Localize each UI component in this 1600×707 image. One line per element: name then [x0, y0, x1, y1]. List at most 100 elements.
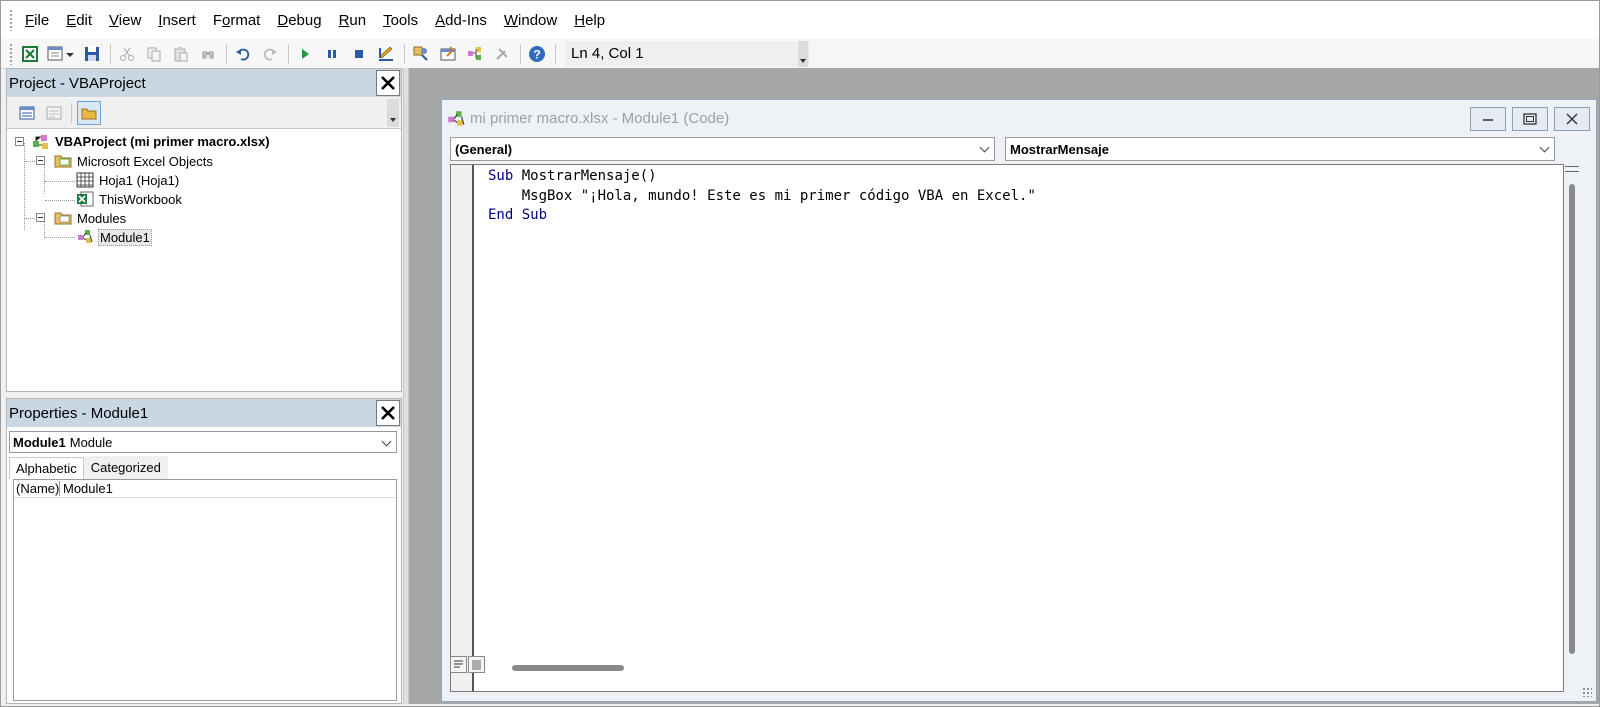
- code-window: mi primer macro.xlsx - Module1 (Code) (G…: [441, 99, 1597, 702]
- menu-insert[interactable]: Insert: [158, 12, 196, 29]
- menu-tools[interactable]: Tools: [383, 12, 418, 29]
- tab-categorized[interactable]: Categorized: [83, 456, 168, 479]
- chevron-down-icon: [1539, 142, 1550, 153]
- properties-tabs: Alphabetic Categorized: [9, 456, 401, 479]
- toolbar-overflow-button[interactable]: [798, 40, 808, 67]
- undo-icon[interactable]: [232, 43, 254, 65]
- view-object-icon[interactable]: [42, 101, 66, 125]
- procedure-view-button[interactable]: [450, 656, 467, 673]
- chevron-down-icon: [381, 436, 392, 447]
- module-icon: [76, 229, 94, 245]
- vbaproject-icon: [32, 134, 50, 150]
- project-toolbar-overflow[interactable]: [387, 99, 399, 127]
- minimize-icon: [1483, 119, 1493, 121]
- menu-window[interactable]: Window: [504, 12, 557, 29]
- redo-icon[interactable]: [259, 43, 281, 65]
- cut-icon[interactable]: [116, 43, 138, 65]
- insert-module-icon[interactable]: [46, 43, 76, 65]
- project-explorer-icon[interactable]: [410, 43, 432, 65]
- cursor-position-text: Ln 4, Col 1: [571, 45, 644, 62]
- split-bar[interactable]: [1565, 166, 1579, 172]
- module-icon: [448, 110, 465, 126]
- break-icon[interactable]: [321, 43, 343, 65]
- tree-label-vbaproject: VBAProject (mi primer macro.xlsx): [55, 134, 270, 149]
- full-module-view-icon: [472, 660, 481, 670]
- code-editor[interactable]: Sub MostrarMensaje() MsgBox "¡Hola, mund…: [450, 164, 1564, 692]
- close-icon: [381, 406, 395, 420]
- chevron-down-icon: [979, 142, 990, 153]
- full-module-view-button[interactable]: [468, 656, 485, 673]
- close-icon: [381, 76, 395, 90]
- properties-titlebar[interactable]: Properties - Module1: [7, 399, 401, 427]
- menu-run[interactable]: Run: [339, 12, 367, 29]
- project-explorer-titlebar[interactable]: Project - VBAProject: [7, 69, 401, 97]
- toolbar-separator: [71, 102, 72, 123]
- object-combo[interactable]: (General): [450, 137, 995, 161]
- menu-format[interactable]: Format: [213, 12, 261, 29]
- menu-add-ins[interactable]: Add-Ins: [435, 12, 487, 29]
- menu-grip[interactable]: [9, 9, 13, 31]
- project-explorer-pane: Project - VBAProject VBAProject (mi prim…: [6, 68, 402, 392]
- tree-item-excel-objects[interactable]: Microsoft Excel Objects: [7, 152, 401, 171]
- code-line: MsgBox "¡Hola, mundo! Este es mi primer …: [488, 187, 1036, 204]
- folder-icon: [54, 210, 72, 226]
- run-icon[interactable]: [294, 43, 316, 65]
- tree-label-modules: Modules: [77, 211, 127, 226]
- horizontal-scroll-thumb[interactable]: [512, 665, 624, 671]
- object-type: Module: [69, 434, 113, 450]
- procedure-combo[interactable]: MostrarMensaje: [1005, 137, 1555, 161]
- help-icon[interactable]: ?: [526, 43, 548, 65]
- view-excel-icon[interactable]: [19, 43, 41, 65]
- menu-view[interactable]: View: [109, 12, 141, 29]
- minimize-button[interactable]: [1470, 107, 1506, 131]
- vertical-scroll-thumb[interactable]: [1569, 184, 1575, 654]
- menu-edit[interactable]: Edit: [66, 12, 92, 29]
- object-combo-value: (General): [455, 141, 513, 157]
- save-icon[interactable]: [81, 43, 103, 65]
- tree-item-thisworkbook[interactable]: ThisWorkbook: [7, 190, 401, 209]
- code-line: Sub MostrarMensaje(): [488, 168, 657, 184]
- menu-file[interactable]: File: [25, 12, 49, 29]
- object-browser-icon[interactable]: [464, 43, 486, 65]
- find-icon[interactable]: [197, 43, 219, 65]
- code-combos: (General) MostrarMensaje: [442, 137, 1596, 163]
- maximize-button[interactable]: [1512, 107, 1548, 131]
- collapse-icon[interactable]: [36, 213, 45, 222]
- margin-indicator-bar[interactable]: [451, 165, 474, 691]
- collapse-icon[interactable]: [36, 156, 45, 165]
- properties-close-button[interactable]: [376, 400, 400, 426]
- menu-debug[interactable]: Debug: [277, 12, 321, 29]
- close-button[interactable]: [1554, 107, 1590, 131]
- toolbar-separator: [404, 43, 405, 64]
- tree-item-modules[interactable]: Modules: [7, 209, 401, 228]
- worksheet-icon: [76, 172, 94, 188]
- tree-item-hoja1[interactable]: Hoja1 (Hoja1): [7, 171, 401, 190]
- collapse-icon[interactable]: [15, 137, 24, 146]
- toolbox-icon[interactable]: [491, 43, 513, 65]
- properties-icon[interactable]: [437, 43, 459, 65]
- property-row[interactable]: (Name) Module1: [14, 480, 396, 498]
- tree-item-vbaproject[interactable]: VBAProject (mi primer macro.xlsx): [7, 133, 401, 152]
- standard-toolbar: ? Ln 4, Col 1: [1, 39, 1599, 69]
- code-window-titlebar[interactable]: mi primer macro.xlsx - Module1 (Code): [442, 100, 1596, 137]
- property-value[interactable]: Module1: [60, 481, 113, 496]
- toolbar-separator: [288, 43, 289, 64]
- cursor-position-box: Ln 4, Col 1: [565, 40, 810, 67]
- view-code-icon[interactable]: [15, 101, 39, 125]
- vertical-scrollbar[interactable]: [1564, 164, 1580, 692]
- resize-grip[interactable]: [1582, 687, 1592, 697]
- copy-icon[interactable]: [143, 43, 165, 65]
- tree-item-module1[interactable]: Module1: [7, 228, 401, 247]
- reset-icon[interactable]: [348, 43, 370, 65]
- design-mode-icon[interactable]: [375, 43, 397, 65]
- menu-help[interactable]: Help: [574, 12, 605, 29]
- code-text[interactable]: Sub MostrarMensaje() MsgBox "¡Hola, mund…: [488, 167, 1036, 226]
- paste-icon[interactable]: [170, 43, 192, 65]
- toolbar-grip[interactable]: [9, 42, 13, 65]
- tab-alphabetic[interactable]: Alphabetic: [9, 457, 84, 479]
- toggle-folders-icon[interactable]: [77, 100, 101, 125]
- project-explorer-close-button[interactable]: [376, 70, 400, 96]
- project-explorer-title: Project - VBAProject: [9, 74, 146, 92]
- procedure-combo-value: MostrarMensaje: [1010, 141, 1109, 157]
- object-select[interactable]: Module1 Module: [9, 431, 397, 453]
